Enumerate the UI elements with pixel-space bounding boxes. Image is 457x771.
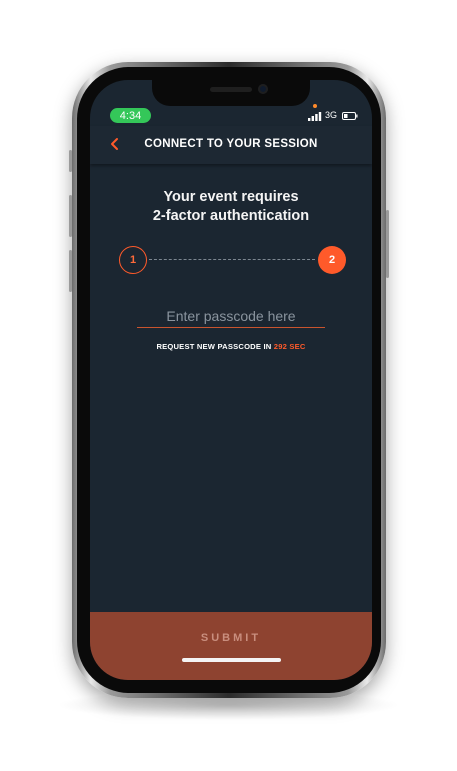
submit-label: SUBMIT (200, 632, 262, 644)
page-title: CONNECT TO YOUR SESSION (144, 138, 318, 150)
auth-heading: Your event requires 2-factor authenticat… (110, 188, 352, 226)
nav-header: CONNECT TO YOUR SESSION (90, 126, 372, 164)
submit-button[interactable]: SUBMIT (90, 612, 372, 680)
passcode-input[interactable] (137, 305, 325, 328)
status-time[interactable]: 4:34 (110, 108, 151, 123)
request-passcode-text[interactable]: REQUEST NEW PASSCODE IN 292 SEC (90, 342, 372, 351)
recording-indicator (313, 104, 317, 108)
speaker (210, 87, 252, 92)
step-2-indicator: 2 (318, 246, 346, 274)
app-screen: 4:34 3G CONNECT TO YOUR SESSION Your eve… (90, 80, 372, 680)
silent-switch (69, 150, 72, 172)
notch (152, 80, 310, 106)
network-type: 3G (325, 110, 338, 120)
request-label: REQUEST NEW PASSCODE IN (156, 342, 272, 351)
heading-line-2: 2-factor authentication (152, 208, 310, 224)
camera (258, 84, 268, 94)
home-indicator[interactable] (182, 658, 281, 662)
step-connector (149, 259, 315, 260)
volume-down-button (69, 250, 72, 292)
step-1-indicator: 1 (119, 246, 147, 274)
countdown-timer: 292 SEC (273, 342, 306, 351)
heading-line-1: Your event requires (163, 189, 299, 205)
cellular-signal-icon (308, 112, 322, 121)
battery-icon (342, 112, 358, 120)
power-button (386, 210, 389, 278)
chevron-left-icon[interactable] (108, 137, 122, 151)
volume-up-button (69, 195, 72, 237)
